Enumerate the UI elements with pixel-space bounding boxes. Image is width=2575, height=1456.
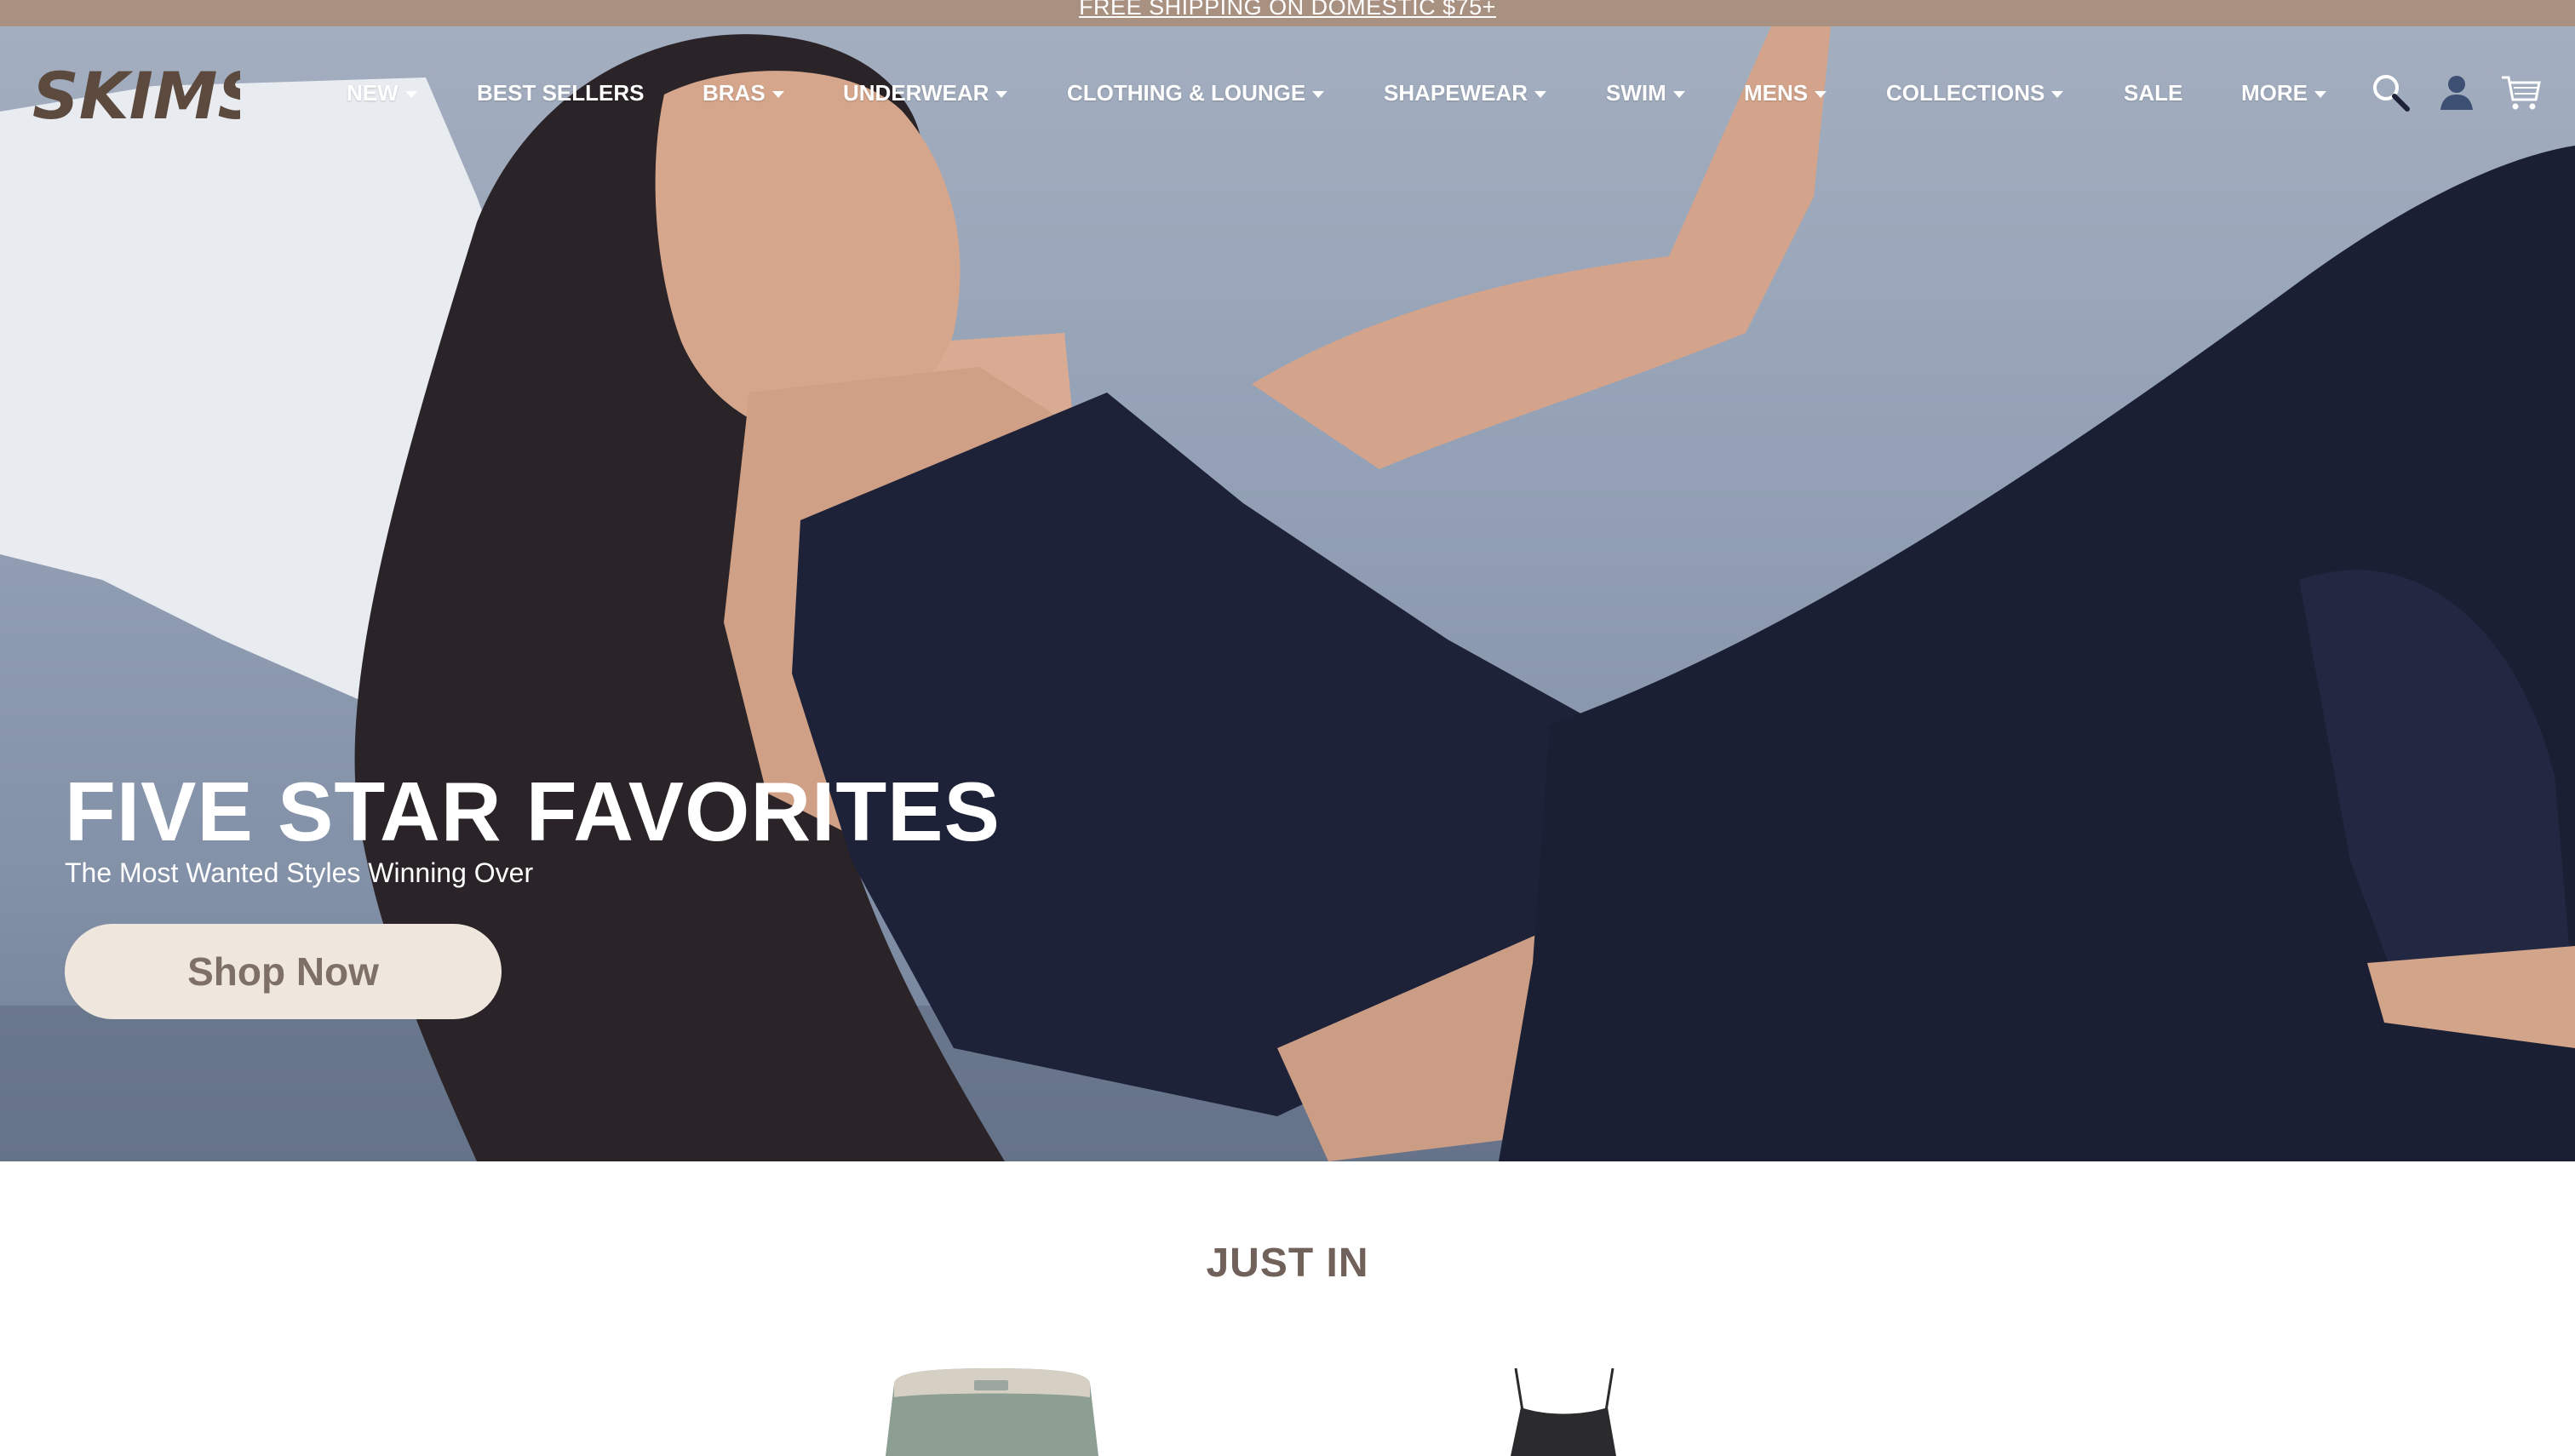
cart-icon[interactable] [2500,71,2543,113]
nav-item-best-sellers[interactable]: BEST SELLERS [477,77,644,108]
chevron-down-icon [771,91,784,99]
nav-label: CLOTHING & LOUNGE [1067,80,1306,106]
nav-label: BRAS [703,80,766,106]
chevron-down-icon [1534,91,1547,99]
nav-label: MENS [1744,80,1809,106]
promo-bar: FREE SHIPPING ON DOMESTIC $75+ [0,0,2575,26]
chevron-down-icon [1815,91,1827,99]
chevron-down-icon [1312,91,1325,99]
nav-label: MORE [2241,80,2308,106]
nav-label: COLLECTIONS [1886,80,2045,106]
chevron-down-icon [2314,91,2326,99]
nav-item-collections[interactable]: COLLECTIONS [1886,77,2064,108]
nav-label: BEST SELLERS [477,80,645,106]
nav-label: SHAPEWEAR [1384,80,1528,106]
nav-item-mens[interactable]: MENS [1744,77,1827,108]
just-in-heading: JUST IN [1206,1241,1369,1286]
nav-item-bras[interactable]: BRAS [703,77,784,108]
nav-item-underwear[interactable]: UNDERWEAR [843,77,1008,108]
nav-label: SWIM [1606,80,1666,106]
chevron-down-icon [2051,91,2064,99]
nav-item-new[interactable]: NEW [347,77,417,108]
nav-item-sale[interactable]: SALE [2124,77,2182,108]
account-icon[interactable] [2435,71,2478,113]
hero-banner[interactable]: SKIMS NEW BEST SELLERS BRAS UNDERWEAR CL… [0,26,2575,1161]
chevron-down-icon [404,91,417,99]
search-icon[interactable] [2369,71,2412,113]
hero-title: FIVE STAR FAVORITES [65,765,1001,858]
chevron-down-icon [995,91,1008,99]
hero-subtitle: The Most Wanted Styles Winning Over [65,857,534,888]
nav-label: UNDERWEAR [843,80,989,106]
main-nav: NEW BEST SELLERS BRAS UNDERWEAR CLOTHING… [0,77,2575,112]
chevron-down-icon [1672,91,1685,99]
promo-link[interactable]: FREE SHIPPING ON DOMESTIC $75+ [0,0,2575,22]
nav-item-swim[interactable]: SWIM [1606,77,1685,108]
product-image-cami[interactable] [1504,1367,1623,1456]
nav-label: NEW [347,80,399,106]
product-image-shorts[interactable] [886,1367,1098,1456]
nav-item-shapewear[interactable]: SHAPEWEAR [1384,77,1547,108]
nav-item-clothing-lounge[interactable]: CLOTHING & LOUNGE [1067,77,1325,108]
nav-item-more[interactable]: MORE [2241,77,2326,108]
nav-label: SALE [2124,80,2183,106]
shop-now-button[interactable]: Shop Now [65,924,502,1019]
